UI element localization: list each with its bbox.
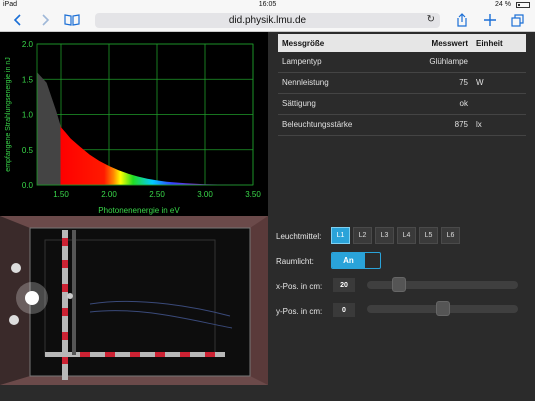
y-tick-label: 1.0 [22,111,34,120]
row-unit: lx [476,120,482,129]
share-icon[interactable] [454,12,470,28]
xpos-value: 20 [333,278,355,292]
back-icon[interactable] [10,12,26,28]
row-quantity: Sättigung [282,99,316,108]
ypos-slider[interactable] [367,301,518,316]
lamp-button-l3[interactable]: L3 [375,227,394,244]
x-tick-label: 2.00 [101,190,117,199]
experiment-photo [0,216,268,385]
table-row: Lampentyp Glühlampe [278,52,526,73]
battery-percent: 24 % [495,1,511,8]
measurement-table: Messgröße Messwert Einheit Lampentyp Glü… [278,34,526,136]
header-unit: Einheit [476,39,503,48]
url-text: did.physik.lmu.de [228,15,307,26]
forward-icon[interactable] [37,12,53,28]
raumlicht-label: Raumlicht: [276,257,314,266]
row-quantity: Nennleistung [282,78,329,87]
lamp-button-l6[interactable]: L6 [441,227,460,244]
row-value: ok [459,99,468,108]
y-tick-label: 0.5 [22,146,34,155]
ypos-value: 0 [333,303,355,317]
leuchtmittel-label: Leuchtmittel: [276,232,322,241]
x-axis-label: Photonenenergie in eV [98,206,180,215]
spectrum-chart-svg: 1.50 2.00 2.50 3.00 3.50 0.0 0.5 1.0 1.5 2.0 Photo… [5,40,261,215]
table-row: Nennleistung 75 W [278,73,526,94]
row-value: Glühlampe [429,57,468,66]
xpos-label: x-Pos. in cm: [276,282,323,291]
tabs-icon[interactable] [509,12,525,28]
ypos-label: y-Pos. in cm: [276,307,323,316]
y-tick-label: 2.0 [22,40,34,49]
x-tick-label: 2.50 [149,190,165,199]
toggle-knob[interactable] [365,253,380,268]
row-quantity: Lampentyp [282,57,322,66]
raumlicht-state: An [332,253,365,268]
header-quantity: Messgröße [282,39,325,48]
raumlicht-toggle[interactable]: An [331,252,381,269]
clock: 16:05 [258,1,277,8]
xpos-slider[interactable] [367,277,518,292]
reload-icon[interactable]: ↻ [427,14,435,25]
x-tick-label: 3.50 [245,190,261,199]
row-unit: W [476,78,484,87]
row-quantity: Beleuchtungsstärke [282,120,353,129]
y-tick-label: 1.5 [22,75,34,84]
xpos-slider-thumb[interactable] [391,277,406,292]
table-row: Beleuchtungsstärke 875 lx [278,115,526,136]
x-tick-label: 1.50 [53,190,69,199]
bookmarks-icon[interactable] [64,12,80,28]
spectrum-area [37,72,253,185]
ypos-slider-thumb[interactable] [435,301,450,316]
status-bar: iPad 16:05 24 % [0,0,535,10]
header-value: Messwert [431,39,468,48]
lamp-button-l2[interactable]: L2 [353,227,372,244]
battery-icon [516,2,530,8]
row-value: 875 [454,120,468,129]
x-tick-label: 3.00 [197,190,213,199]
spectrum-chart: 1.50 2.00 2.50 3.00 3.50 0.0 0.5 1.0 1.5 2.0 Photo… [0,32,268,216]
table-row: Sättigung ok [278,94,526,115]
new-tab-icon[interactable] [482,12,498,28]
y-tick-label: 0.0 [22,181,34,190]
table-header: Messgröße Messwert Einheit [278,34,526,52]
browser-toolbar: did.physik.lmu.de ↻ [0,10,535,32]
lamp-button-l4[interactable]: L4 [397,227,416,244]
row-value: 75 [459,78,468,87]
lamp-button-l5[interactable]: L5 [419,227,438,244]
lamp-button-l1[interactable]: L1 [331,227,350,244]
address-bar[interactable]: did.physik.lmu.de ↻ [95,13,440,28]
camera-view [0,216,268,385]
y-axis-label: empfangene Strahlungsenergie in nJ [5,57,12,171]
